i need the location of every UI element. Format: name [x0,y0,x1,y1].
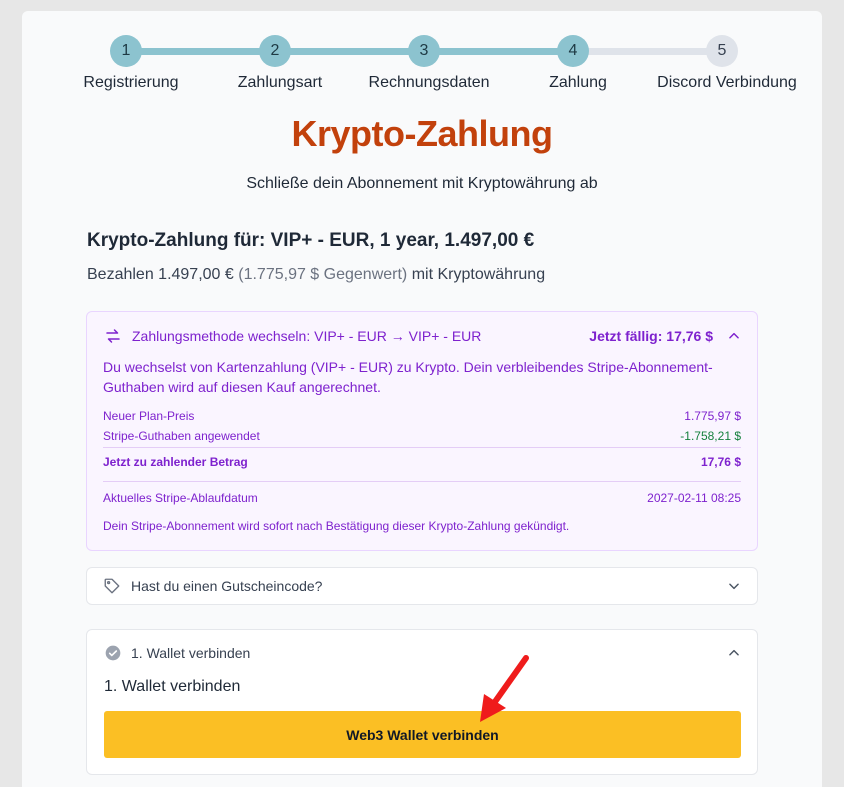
amount-due-label: Jetzt fällig: 17,76 $ [589,328,713,344]
payment-summary: Bezahlen 1.497,00 € (1.775,97 $ Gegenwer… [87,266,545,284]
step-5-label: Discord Verbindung [657,74,797,91]
row-label: Stripe-Guthaben angewendet [103,429,260,443]
pay-amount: Bezahlen 1.497,00 € [87,266,234,283]
step-3-circle: 3 [408,35,440,67]
step-1-label: Registrierung [83,74,179,91]
new-plan-price-row: Neuer Plan-Preis 1.775,97 $ [103,409,741,423]
step-5-circle: 5 [706,35,738,67]
row-value: 17,76 $ [700,455,741,469]
row-label: Aktuelles Stripe-Ablaufdatum [103,491,258,505]
page-title: Krypto-Zahlung [291,113,553,154]
order-title: Krypto-Zahlung für: VIP+ - EUR, 1 year, … [87,230,535,251]
progress-stepper: 1 2 3 4 5 Registrierung Zahlungsart Rech… [0,0,844,100]
total-due-row: Jetzt zu zahlender Betrag 17,76 $ [103,455,741,469]
method-switch-description: Du wechselst von Kartenzahlung (VIP+ - E… [103,359,713,395]
wallet-connect-section: 1. Wallet verbinden 1. Wallet verbinden … [86,629,758,775]
divider [103,447,741,448]
step-4-circle: 4 [557,35,589,67]
page-subtitle: Schließe dein Abonnement mit Kryptowähru… [246,175,598,192]
pay-equivalent: (1.775,97 $ Gegenwert) [238,266,408,283]
chevron-up-icon[interactable] [727,329,741,343]
stepper-progress-line [126,48,572,55]
coupon-accordion[interactable]: Hast du einen Gutscheincode? [86,567,758,605]
stepper-remaining-line [572,48,722,55]
swap-arrows-icon [106,329,120,343]
connect-web3-wallet-button[interactable]: Web3 Wallet verbinden [104,711,741,758]
row-value: -1.758,21 $ [680,429,741,443]
wallet-section-label: 1. Wallet verbinden [131,645,251,661]
row-label: Neuer Plan-Preis [103,409,195,423]
pay-suffix: mit Kryptowährung [411,266,546,283]
step-3-label: Rechnungsdaten [368,74,490,91]
check-circle-icon [105,645,121,661]
row-value: 2027-02-11 08:25 [647,491,741,505]
method-switch-title: Zahlungsmethode wechseln: VIP+ - EUR → V… [132,328,482,344]
cancellation-note: Dein Stripe-Abonnement wird sofort nach … [103,519,570,533]
payment-method-switch-panel: Zahlungsmethode wechseln: VIP+ - EUR → V… [86,311,758,551]
wallet-section-header[interactable]: 1. Wallet verbinden [105,643,741,663]
stripe-credit-row: Stripe-Guthaben angewendet -1.758,21 $ [103,429,741,443]
wallet-subheading: 1. Wallet verbinden [104,678,241,695]
divider [103,481,741,482]
row-label: Jetzt zu zahlender Betrag [103,455,248,469]
step-2-circle: 2 [259,35,291,67]
method-switch-header[interactable]: Zahlungsmethode wechseln: VIP+ - EUR → V… [104,325,741,347]
chevron-down-icon[interactable] [727,579,741,593]
stripe-expiry-row: Aktuelles Stripe-Ablaufdatum 2027-02-11 … [103,491,741,505]
coupon-label: Hast du einen Gutscheincode? [131,578,323,594]
step-2-label: Zahlungsart [237,74,323,91]
row-value: 1.775,97 $ [684,409,741,423]
step-4-label: Zahlung [549,74,607,91]
step-1-circle: 1 [110,35,142,67]
tag-icon [104,578,120,594]
chevron-up-icon[interactable] [727,646,741,660]
